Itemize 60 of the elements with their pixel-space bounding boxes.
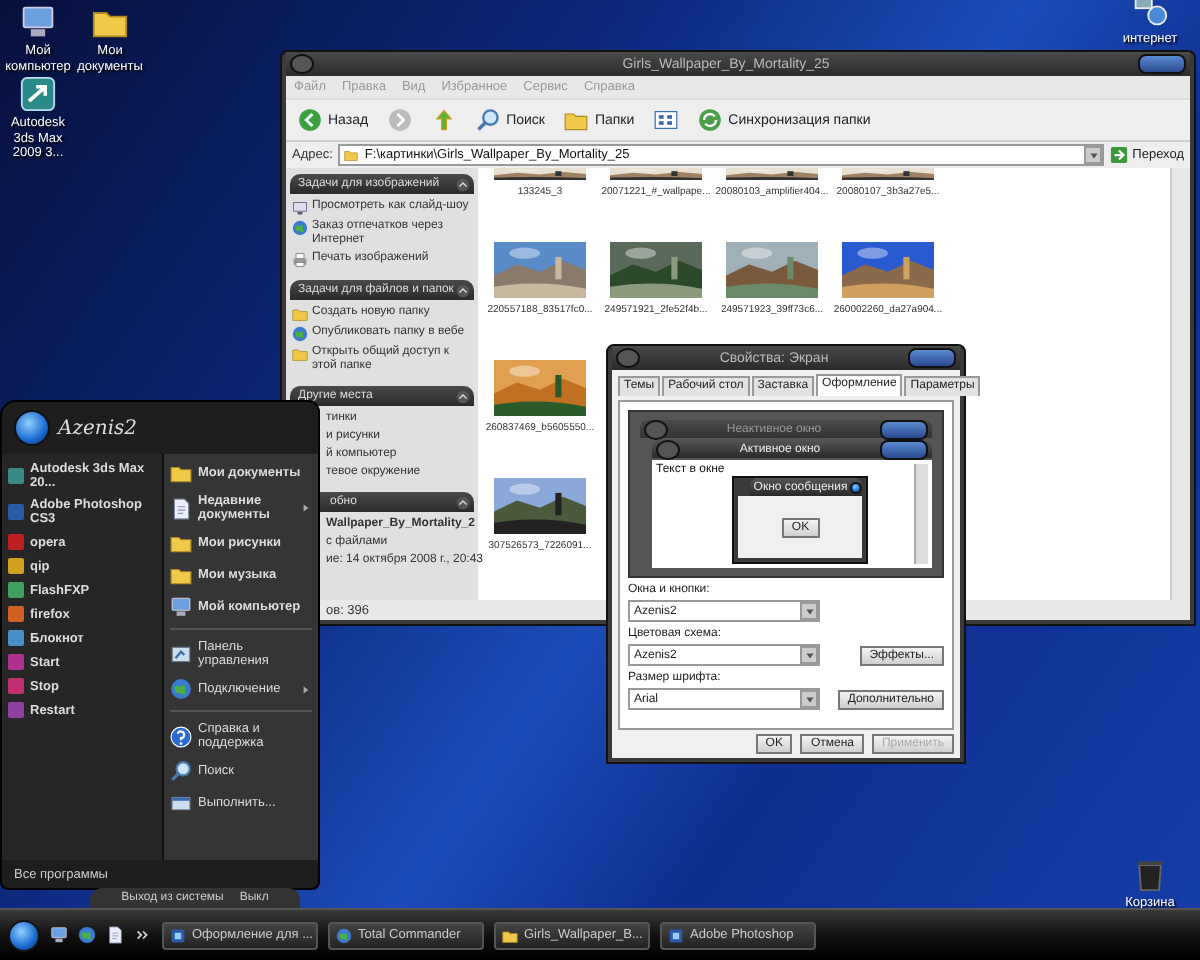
folder-icon [564,108,589,132]
computer-icon [170,596,192,618]
bin-icon [1132,856,1168,892]
sync-icon [698,108,723,132]
collapse-icon[interactable] [456,177,470,191]
folder-icon [292,346,308,362]
window-controls[interactable] [908,348,956,368]
dropdown-button[interactable] [1084,146,1103,164]
scrollbar [914,464,928,564]
caret-icon [1087,149,1100,161]
globe-icon [336,927,352,943]
up-arrow-icon [432,108,457,132]
document-icon [106,926,124,944]
window-menu-icon [644,419,668,439]
scrollbar[interactable] [1170,168,1190,600]
control-panel-icon [170,643,192,665]
window-controls [880,439,928,459]
chevron-icon [134,926,152,944]
app-icon [20,76,56,112]
start-button[interactable] [8,919,40,951]
window-menu-icon[interactable] [616,348,640,368]
collapse-icon[interactable] [456,283,470,297]
folder-icon [170,462,192,484]
globe-icon [170,678,192,700]
network-icon [1132,0,1168,28]
folder-icon [344,148,359,162]
folder-icon [502,927,518,943]
monitor-icon [292,200,308,216]
app-icon [170,927,186,943]
window-controls [880,419,928,439]
help-icon [170,725,192,747]
arrow-icon [300,502,312,514]
document-icon [170,497,192,519]
window-menu-icon [656,439,680,459]
globe-icon [292,220,308,236]
folder-icon [292,306,308,322]
close-icon [850,481,863,493]
toolbar-icon-button[interactable] [650,106,683,134]
run-icon [170,792,192,814]
window-menu-icon[interactable] [290,54,314,74]
app-icon [668,927,684,943]
user-orb-icon [14,410,50,446]
views-icon [654,108,679,132]
go-icon [1110,146,1129,164]
search-icon [476,108,501,132]
search-icon [170,760,192,782]
printer-icon [292,252,308,268]
collapse-icon[interactable] [456,495,470,509]
folder-icon [170,564,192,586]
window-controls[interactable] [1138,54,1186,74]
globe-icon [292,326,308,342]
computer-icon [20,4,56,40]
collapse-icon[interactable] [456,389,470,403]
back-icon [298,108,322,132]
forward-icon [388,108,413,132]
arrow-icon [300,683,312,695]
computer-icon [50,926,68,944]
globe-icon [78,926,96,944]
folder-icon [170,532,192,554]
user-name: Azenis2 [58,417,138,439]
